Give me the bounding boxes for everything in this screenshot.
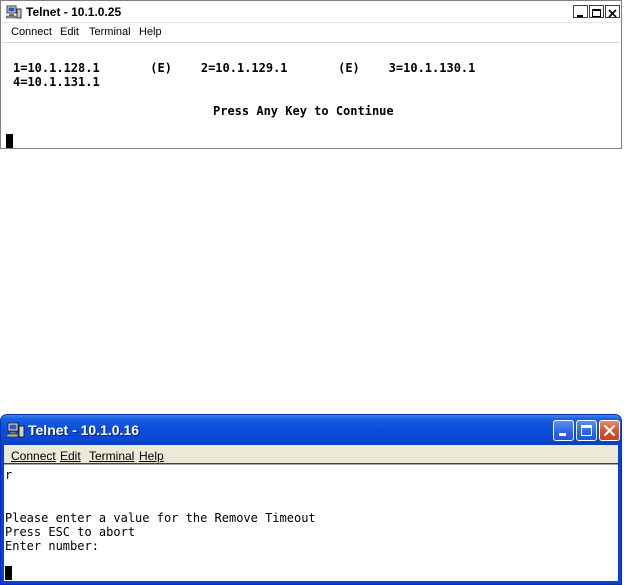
terminal-line-2: 4=10.1.131.1: [13, 75, 100, 89]
minimize-button[interactable]: [573, 5, 588, 18]
terminal-line-1: 1=10.1.128.1 (E) 2=10.1.129.1 (E) 3=10.1…: [13, 61, 476, 75]
terminal-line-4: Enter number:: [5, 539, 99, 553]
text-cursor: [6, 134, 13, 148]
terminal-line-1: r: [5, 468, 13, 482]
close-button[interactable]: [605, 5, 620, 18]
title-bar[interactable]: Telnet - 10.1.0.25: [2, 2, 620, 23]
menu-help-label: Help: [139, 449, 164, 463]
terminal-screen[interactable]: 1=10.1.128.1 (E) 2=10.1.129.1 (E) 3=10.1…: [2, 43, 620, 148]
terminal-screen[interactable]: r Please enter a value for the Remove Ti…: [4, 464, 618, 581]
menu-connect[interactable]: Connect: [11, 26, 52, 38]
menu-terminal-label: Terminal: [89, 449, 135, 463]
window-title: Telnet - 10.1.0.25: [26, 5, 122, 19]
telnet-computer-icon[interactable]: [6, 422, 25, 438]
window-title: Telnet - 10.1.0.16: [28, 422, 140, 438]
menu-terminal[interactable]: Terminal: [89, 26, 131, 38]
terminal-line-2: Please enter a value for the Remove Time…: [5, 511, 316, 525]
menu-bar: Connect Edit Terminal Help: [2, 23, 620, 43]
minimize-button[interactable]: [553, 420, 574, 441]
menu-edit-label: Edit: [60, 449, 81, 463]
continue-prompt: Press Any Key to Continue: [213, 104, 394, 118]
menu-help[interactable]: Help: [139, 26, 162, 38]
maximize-button[interactable]: [576, 420, 597, 441]
close-button[interactable]: [599, 420, 620, 441]
telnet-window-1: Telnet - 10.1.0.25 Connect Edit Terminal…: [0, 0, 622, 149]
close-icon: [603, 424, 616, 437]
minimize-icon: [559, 433, 566, 436]
maximize-button[interactable]: [589, 5, 604, 18]
menu-edit[interactable]: Edit: [60, 26, 79, 38]
telnet-window-2: Telnet - 10.1.0.16 Connect Edit Terminal…: [0, 414, 622, 585]
maximize-icon: [581, 425, 592, 436]
text-cursor: [5, 566, 12, 580]
menu-bar: Connect Edit Terminal Help: [4, 445, 618, 463]
telnet-computer-icon[interactable]: [5, 5, 22, 19]
title-bar[interactable]: Telnet - 10.1.0.16: [1, 415, 621, 445]
terminal-line-3: Press ESC to abort: [5, 525, 136, 539]
menu-connect-label: Connect: [11, 449, 56, 463]
